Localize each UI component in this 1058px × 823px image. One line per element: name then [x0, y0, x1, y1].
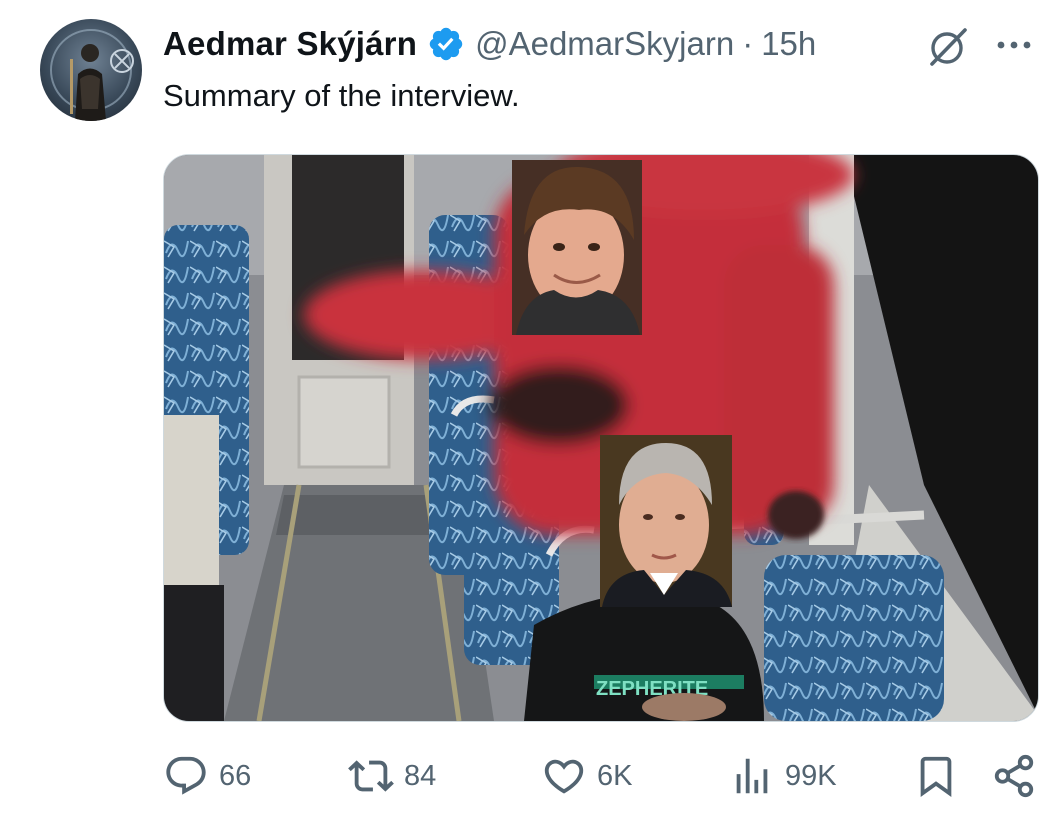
author-display-name[interactable]: Aedmar Skýjárn — [163, 25, 417, 63]
author-handle[interactable]: @AedmarSkyjarn — [475, 25, 734, 63]
author-avatar[interactable] — [40, 19, 142, 121]
share-icon — [994, 754, 1034, 798]
like-button[interactable]: 6K — [541, 748, 632, 804]
tweet-text: Summary of the interview. — [163, 78, 520, 113]
like-icon — [544, 759, 584, 794]
reply-count: 66 — [219, 759, 252, 792]
repost-button[interactable]: 84 — [348, 748, 436, 804]
verified-badge-icon — [427, 25, 465, 63]
reply-button[interactable]: 66 — [163, 748, 251, 804]
repost-count: 84 — [404, 759, 437, 792]
grok-icon[interactable] — [925, 24, 971, 70]
reply-icon — [166, 756, 206, 795]
share-button[interactable] — [991, 748, 1037, 804]
tweet-action-bar: 66 84 6K 99K — [0, 748, 1058, 808]
repost-icon — [348, 760, 394, 792]
tweet-media-image[interactable]: ZEPHERITE — [163, 154, 1039, 722]
bookmark-icon — [920, 756, 952, 797]
timestamp[interactable]: 15h — [761, 25, 816, 63]
more-options-icon[interactable] — [993, 28, 1035, 62]
views-icon — [736, 758, 768, 794]
views-button[interactable]: 99K — [729, 748, 837, 804]
views-count: 99K — [785, 759, 837, 792]
bookmark-button[interactable] — [913, 748, 959, 804]
tweet-header: Aedmar Skýjárn @AedmarSkyjarn · 15h — [163, 22, 816, 66]
like-count: 6K — [597, 759, 633, 792]
header-separator: · — [742, 25, 754, 62]
